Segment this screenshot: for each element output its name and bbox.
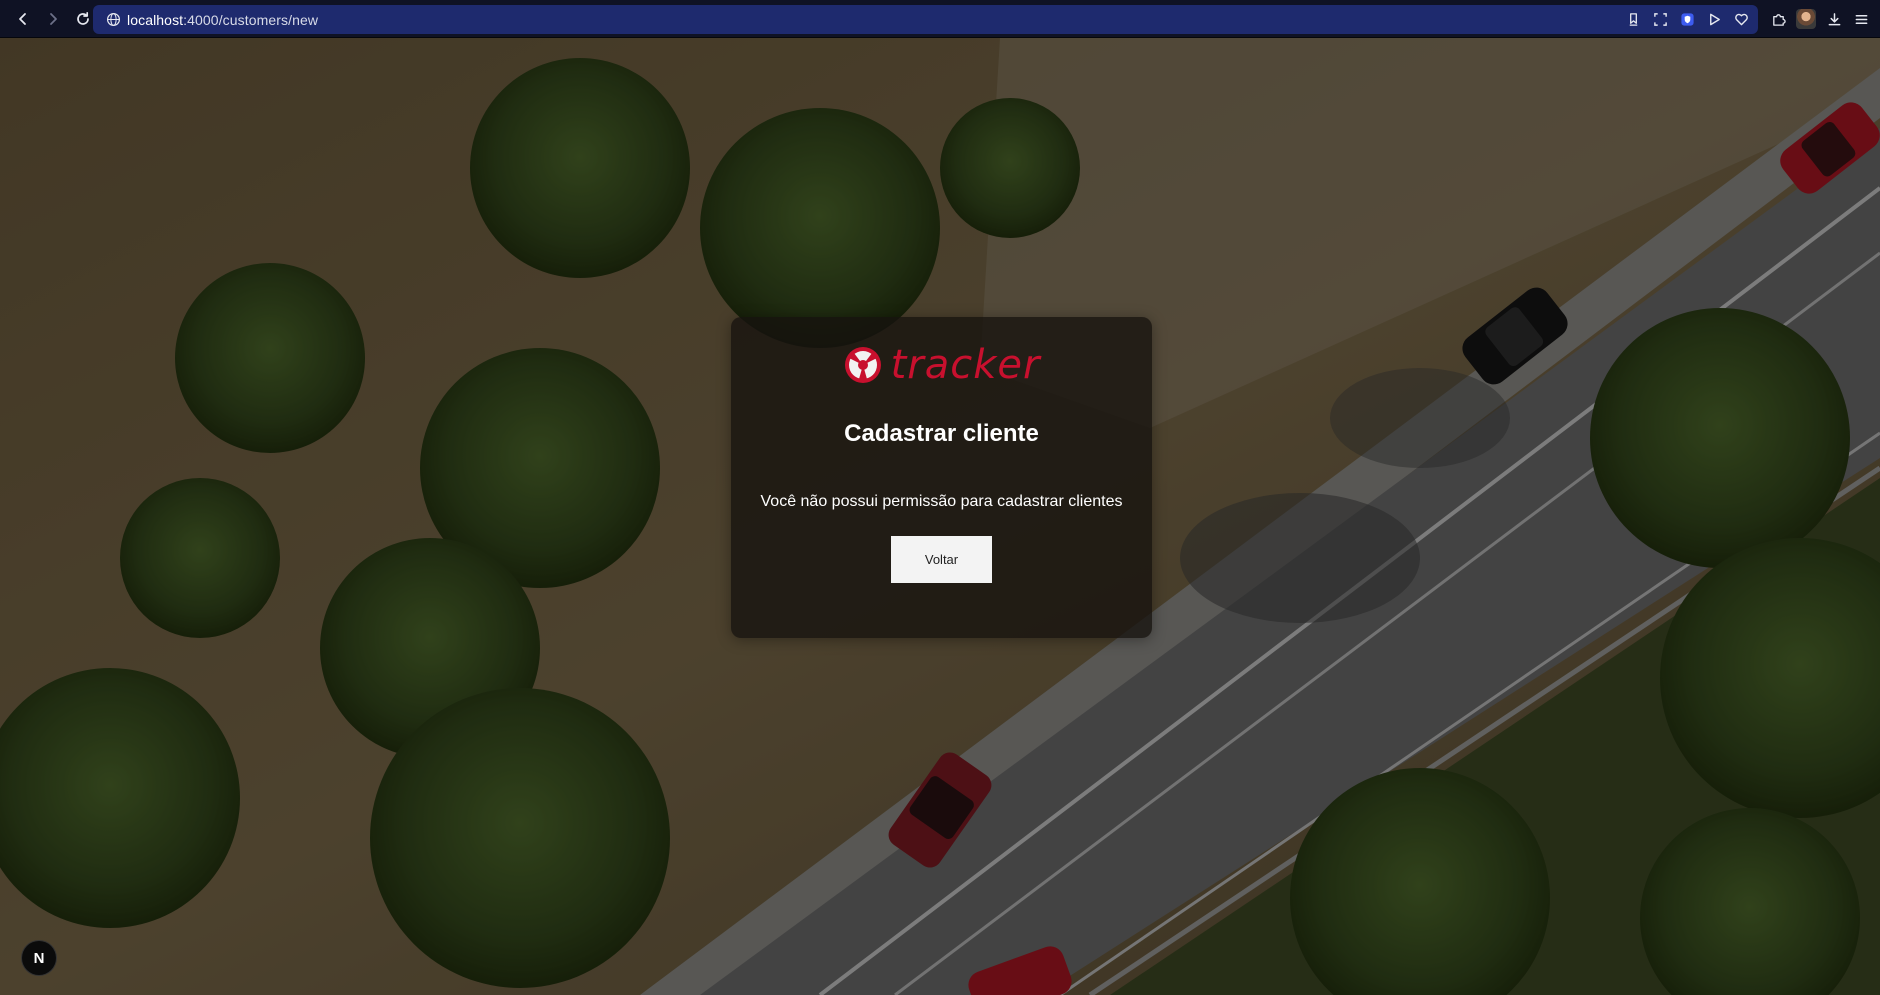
heart-icon[interactable] bbox=[1732, 11, 1750, 29]
back-button[interactable]: Voltar bbox=[891, 536, 992, 583]
play-icon[interactable] bbox=[1705, 11, 1723, 29]
tracker-logo-icon bbox=[843, 345, 883, 385]
page-title: Cadastrar cliente bbox=[844, 420, 1039, 447]
bookmark-icon[interactable] bbox=[1624, 11, 1642, 29]
screenshot-icon[interactable] bbox=[1651, 11, 1669, 29]
url-text[interactable]: localhost:4000/customers/new bbox=[127, 12, 318, 28]
profile-avatar[interactable] bbox=[1796, 9, 1816, 29]
url-path: :4000/customers/new bbox=[183, 11, 319, 28]
dev-indicator-badge[interactable]: N bbox=[22, 941, 56, 975]
browser-toolbar: localhost:4000/customers/new bbox=[0, 0, 1880, 38]
download-icon[interactable] bbox=[1825, 10, 1843, 28]
brand-wordmark: tracker bbox=[890, 342, 1041, 388]
forward-icon[interactable] bbox=[40, 6, 66, 32]
menu-icon[interactable] bbox=[1852, 10, 1870, 28]
shield-icon[interactable] bbox=[1678, 11, 1696, 29]
brand-logo: tracker bbox=[843, 345, 1041, 385]
address-bar[interactable]: localhost:4000/customers/new bbox=[93, 5, 1758, 34]
url-host: localhost bbox=[127, 11, 184, 28]
back-icon[interactable] bbox=[10, 6, 36, 32]
extensions-icon[interactable] bbox=[1769, 10, 1787, 28]
site-info-icon[interactable] bbox=[99, 12, 127, 27]
permission-message: Você não possui permissão para cadastrar… bbox=[760, 493, 1123, 510]
permission-card: tracker Cadastrar cliente Você não possu… bbox=[731, 317, 1152, 638]
